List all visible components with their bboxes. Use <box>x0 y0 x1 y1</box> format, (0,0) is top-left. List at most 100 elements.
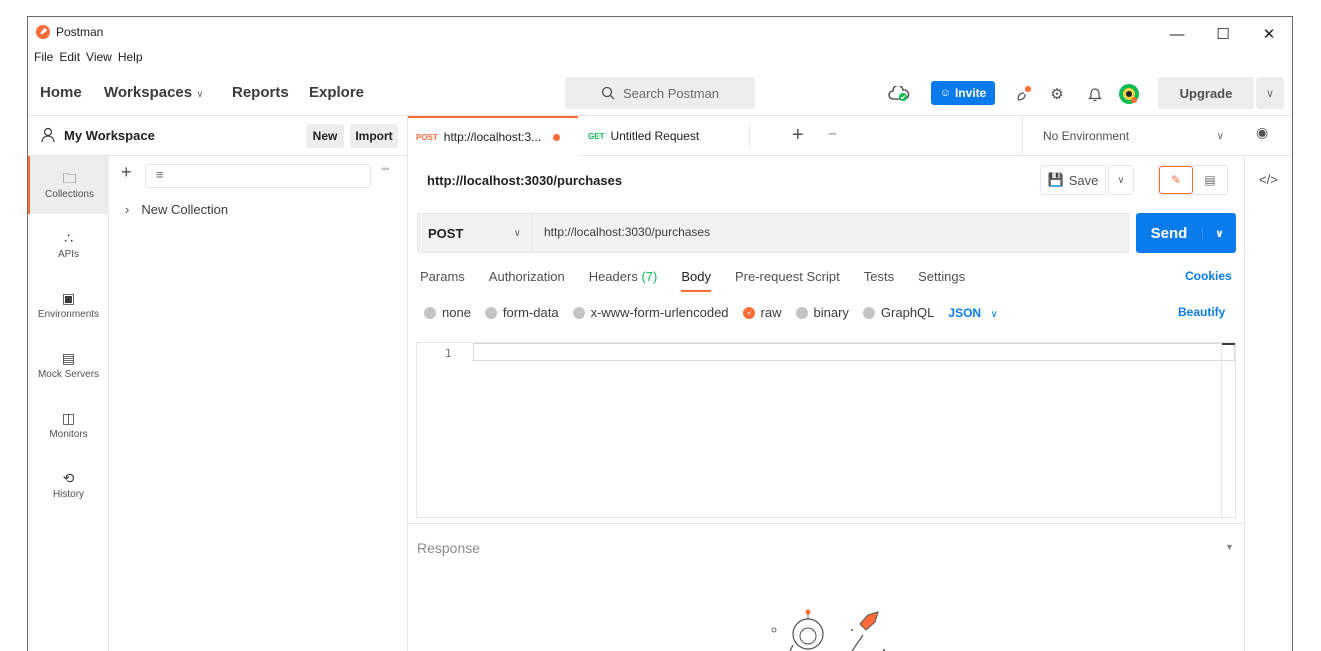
option-label: x-www-form-urlencoded <box>590 305 729 320</box>
body-option-form-data[interactable]: form-data <box>484 305 559 320</box>
chevron-down-icon: ∨ <box>1216 130 1224 142</box>
option-label: raw <box>760 305 782 320</box>
chevron-down-icon[interactable]: ∨ <box>1202 226 1236 240</box>
body-option-binary[interactable]: binary <box>795 305 849 320</box>
tab-pre-request-script[interactable]: Pre-request Script <box>735 269 840 292</box>
beautify-link[interactable]: Beautify <box>1178 305 1225 319</box>
apis-icon: ∴ <box>64 229 73 246</box>
sync-status-icon[interactable] <box>887 82 911 106</box>
nav-explore[interactable]: Explore <box>309 84 364 101</box>
sidebar-item-collections[interactable]: 🗀 Collections <box>28 156 109 214</box>
workspace-name[interactable]: My Workspace <box>64 128 155 143</box>
method-tag: POST <box>416 132 438 142</box>
more-options-icon[interactable]: ◦◦◦ <box>381 164 390 175</box>
notifications-bell-icon[interactable] <box>1083 82 1107 106</box>
cookies-link[interactable]: Cookies <box>1185 269 1232 283</box>
sidebar-item-apis[interactable]: ∴ APIs <box>28 216 109 274</box>
sidebar-item-mock-servers[interactable]: ▤ Mock Servers <box>28 336 109 394</box>
close-button[interactable]: ✕ <box>1246 19 1292 49</box>
tab-params[interactable]: Params <box>420 269 465 292</box>
body-option-graphql[interactable]: GraphQL <box>862 305 935 320</box>
pencil-icon: ✎ <box>1170 173 1182 187</box>
editor-scrollbar[interactable] <box>1221 343 1235 517</box>
radio-icon <box>862 306 875 319</box>
body-code-editor[interactable]: 1 <box>416 342 1236 518</box>
save-options-button[interactable]: ∨ <box>1108 165 1134 195</box>
tab-headers[interactable]: Headers (7) <box>589 269 658 292</box>
environment-selector[interactable]: No Environment ∨ <box>1022 116 1236 156</box>
url-input[interactable]: http://localhost:3030/purchases <box>544 225 710 239</box>
nav-reports[interactable]: Reports <box>232 84 289 101</box>
sidebar-item-monitors[interactable]: ◫ Monitors <box>28 396 109 454</box>
tab-label: http://localhost:3... <box>443 130 542 144</box>
collapse-response-icon[interactable]: ▼ <box>1225 542 1234 552</box>
minimize-button[interactable]: — <box>1154 19 1200 49</box>
add-icon[interactable]: + <box>121 162 132 183</box>
environment-quick-look-icon[interactable]: ◉ <box>1256 124 1268 141</box>
sidebar-rail: 🗀 Collections ∴ APIs ▣ Environments ▤ Mo… <box>28 156 109 651</box>
new-tab-icon[interactable]: + <box>792 124 804 147</box>
collections-panel: + ≡ ◦◦◦ › New Collection <box>109 156 408 651</box>
tab-authorization[interactable]: Authorization <box>489 269 565 292</box>
satellite-icon[interactable] <box>1012 82 1036 106</box>
nav-home[interactable]: Home <box>40 84 82 101</box>
tab-get-request[interactable]: GET Untitled Request <box>580 124 750 148</box>
upgrade-dropdown-button[interactable]: ∨ <box>1256 77 1284 109</box>
documentation-mode-button[interactable]: ▤ <box>1193 166 1227 194</box>
tab-settings[interactable]: Settings <box>918 269 965 292</box>
save-button[interactable]: 💾 Save <box>1040 165 1106 195</box>
tab-post-request[interactable]: POST http://localhost:3... <box>408 116 578 156</box>
sidebar-item-label: Mock Servers <box>37 368 100 380</box>
unsaved-indicator <box>553 133 561 141</box>
option-label: none <box>442 305 471 320</box>
edit-mode-button[interactable]: ✎ <box>1159 166 1193 194</box>
code-line[interactable] <box>473 343 1235 361</box>
radio-icon <box>484 306 497 319</box>
save-label: Save <box>1068 172 1099 188</box>
menu-help[interactable]: Help <box>118 50 143 64</box>
send-button[interactable]: Send ∨ <box>1136 213 1236 253</box>
method-select[interactable]: POST ∨ <box>418 214 532 252</box>
menu-view[interactable]: View <box>86 50 112 64</box>
upgrade-button[interactable]: Upgrade <box>1158 77 1254 109</box>
tab-tests[interactable]: Tests <box>864 269 894 292</box>
search-icon <box>601 86 615 100</box>
nav-workspaces[interactable]: Workspaces ∨ <box>104 84 204 101</box>
option-label: GraphQL <box>880 305 935 320</box>
chevron-down-icon: ∨ <box>1265 87 1275 100</box>
avatar[interactable] <box>1117 82 1141 106</box>
import-button[interactable]: Import <box>350 124 398 148</box>
sidebar-item-label: APIs <box>57 248 80 260</box>
menu-file[interactable]: File <box>34 50 53 64</box>
filter-input[interactable]: ≡ <box>145 164 371 188</box>
search-bar[interactable]: Search Postman <box>565 77 755 109</box>
response-panel: Response ▼ <box>408 523 1244 651</box>
code-snippet-icon[interactable]: </> <box>1259 172 1278 187</box>
right-sidebar: </> <box>1244 156 1292 651</box>
chevron-down-icon: ∨ <box>196 89 204 100</box>
chevron-right-icon: › <box>125 202 130 217</box>
app-title: Postman <box>56 25 104 39</box>
sidebar-item-history[interactable]: ⟲ History <box>28 456 109 514</box>
sidebar-item-environments[interactable]: ▣ Environments <box>28 276 109 334</box>
body-option-raw[interactable]: raw <box>742 305 782 320</box>
tab-options-icon[interactable]: ◦◦◦ <box>828 129 837 140</box>
new-button[interactable]: New <box>306 124 344 148</box>
collection-item[interactable]: › New Collection <box>125 202 228 217</box>
menu-edit[interactable]: Edit <box>59 50 80 64</box>
save-icon: 💾 <box>1047 172 1064 187</box>
body-option-urlencoded[interactable]: x-www-form-urlencoded <box>572 305 729 320</box>
menu-bar: File Edit View Help <box>34 50 143 64</box>
body-option-none[interactable]: none <box>424 305 471 320</box>
request-title[interactable]: http://localhost:3030/purchases <box>427 173 622 188</box>
send-label: Send <box>1150 224 1188 242</box>
invite-button[interactable]: ☺ Invite <box>931 81 995 105</box>
settings-icon[interactable]: ⚙ <box>1045 82 1069 106</box>
body-format-select[interactable]: JSON ∨ <box>948 306 997 320</box>
method-label: POST <box>428 225 464 241</box>
scrollbar-thumb[interactable] <box>1222 343 1235 345</box>
tab-headers-label: Headers <box>588 269 638 284</box>
tab-body[interactable]: Body <box>681 269 711 292</box>
sidebar-item-label: History <box>52 488 85 500</box>
maximize-button[interactable]: ☐ <box>1200 19 1246 49</box>
